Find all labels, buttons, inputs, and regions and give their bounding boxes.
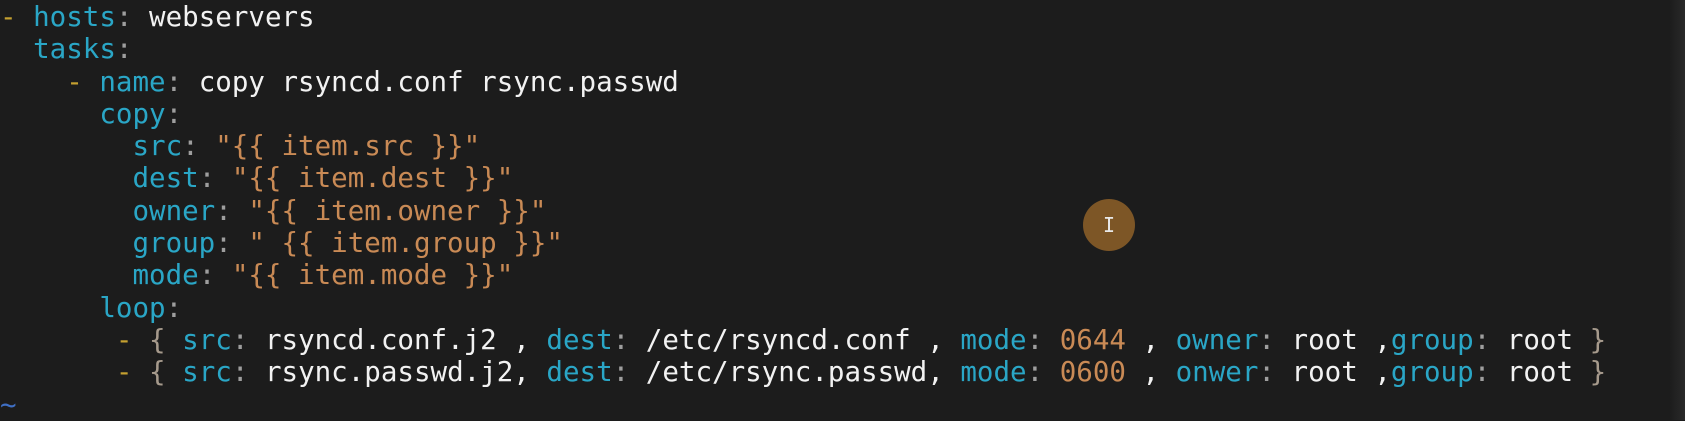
mouse-cursor-highlight: I xyxy=(1083,199,1135,251)
yaml-key: name xyxy=(99,65,166,98)
code-line[interactable]: mode: "{{ item.mode }}" xyxy=(0,259,1685,291)
yaml-key: dest xyxy=(546,323,613,356)
yaml-value: rsyncd.conf.j2 , xyxy=(264,323,547,356)
code-line[interactable]: owner: "{{ item.owner }}" xyxy=(0,195,1685,227)
code-line[interactable]: group: " {{ item.group }}" xyxy=(0,227,1685,259)
yaml-value: root , xyxy=(1291,356,1391,389)
yaml-value: /etc/rsyncd.conf , xyxy=(645,323,961,356)
yaml-list-dash: - xyxy=(115,323,150,356)
yaml-colon: : xyxy=(165,97,183,130)
code-line[interactable]: - { src: rsyncd.conf.j2 , dest: /etc/rsy… xyxy=(0,324,1685,356)
yaml-value xyxy=(0,33,33,65)
terminal-editor[interactable]: - hosts: webservers tasks: - name: copy … xyxy=(0,0,1685,421)
yaml-colon: : xyxy=(198,162,232,195)
yaml-value xyxy=(0,259,132,291)
yaml-list-dash: - xyxy=(0,1,34,33)
code-line[interactable]: - { src: rsync.passwd.j2, dest: /etc/rsy… xyxy=(0,356,1685,388)
yaml-string: "{{ item.src }}" xyxy=(215,130,481,163)
yaml-colon: : xyxy=(1258,323,1292,356)
yaml-colon: : xyxy=(182,130,216,163)
yaml-key: group xyxy=(1390,356,1474,389)
yaml-list-dash: - xyxy=(66,65,100,98)
empty-buffer-line[interactable]: ~ xyxy=(0,389,1685,421)
window-edge xyxy=(1669,0,1685,420)
yaml-value xyxy=(0,292,99,324)
yaml-value: /etc/rsync.passwd, xyxy=(645,356,961,389)
yaml-key: group xyxy=(1390,323,1474,356)
yaml-colon: : xyxy=(1026,323,1060,356)
yaml-key: onwer xyxy=(1175,356,1259,389)
yaml-colon: : xyxy=(215,227,249,260)
yaml-value xyxy=(0,324,116,356)
yaml-colon: : xyxy=(231,323,265,356)
code-area[interactable]: - hosts: webservers tasks: - name: copy … xyxy=(0,1,1685,421)
yaml-value xyxy=(0,130,132,162)
yaml-number: 0644 xyxy=(1059,323,1126,356)
tilde-marker: ~ xyxy=(0,388,17,421)
code-line[interactable]: loop: xyxy=(0,292,1685,324)
yaml-key: src xyxy=(132,130,183,163)
yaml-value xyxy=(0,66,66,98)
code-line[interactable]: copy: xyxy=(0,98,1685,130)
yaml-list-dash: - xyxy=(115,356,150,389)
yaml-colon: : xyxy=(1473,323,1507,356)
yaml-key: src xyxy=(182,323,232,356)
yaml-colon: : xyxy=(231,356,265,389)
yaml-value: root xyxy=(1506,323,1590,356)
yaml-value: root xyxy=(1506,356,1590,389)
yaml-value: , xyxy=(1125,323,1176,356)
code-line[interactable]: - name: copy rsyncd.conf rsync.passwd xyxy=(0,66,1685,98)
yaml-colon: : xyxy=(612,323,646,356)
yaml-value: webservers xyxy=(149,1,315,33)
yaml-string: "{{ item.dest }}" xyxy=(231,162,514,195)
yaml-colon: : xyxy=(1026,356,1060,389)
text-cursor-ibeam-icon: I xyxy=(1102,213,1116,237)
yaml-brace: { xyxy=(149,323,183,356)
yaml-string: "{{ item.owner }}" xyxy=(248,194,547,227)
yaml-brace: } xyxy=(1589,323,1607,356)
code-line[interactable]: dest: "{{ item.dest }}" xyxy=(0,162,1685,194)
yaml-key: tasks xyxy=(33,33,116,66)
yaml-key: src xyxy=(182,356,232,389)
yaml-number: 0600 xyxy=(1059,356,1126,389)
yaml-string: " {{ item.group }}" xyxy=(248,227,563,260)
yaml-colon: : xyxy=(165,291,183,324)
yaml-brace: } xyxy=(1589,356,1607,389)
yaml-key: loop xyxy=(99,291,166,324)
yaml-value: , xyxy=(1125,356,1176,389)
yaml-value xyxy=(0,162,132,194)
yaml-value: rsync.passwd.j2, xyxy=(264,356,547,389)
yaml-value xyxy=(0,195,132,227)
yaml-colon: : xyxy=(115,33,133,66)
yaml-colon: : xyxy=(1258,356,1292,389)
yaml-key: mode xyxy=(960,356,1027,389)
yaml-key: dest xyxy=(132,162,199,195)
yaml-value xyxy=(0,356,116,388)
yaml-colon: : xyxy=(115,1,150,33)
yaml-colon: : xyxy=(1473,356,1507,389)
yaml-key: copy xyxy=(99,97,166,130)
yaml-key: owner xyxy=(132,194,216,227)
yaml-value: root , xyxy=(1291,323,1391,356)
yaml-key: owner xyxy=(1175,323,1259,356)
yaml-colon: : xyxy=(198,259,232,292)
code-line[interactable]: tasks: xyxy=(0,33,1685,65)
yaml-key: group xyxy=(132,227,216,260)
yaml-colon: : xyxy=(215,194,249,227)
yaml-string: "{{ item.mode }}" xyxy=(231,259,514,292)
yaml-value: copy rsyncd.conf rsync.passwd xyxy=(198,65,679,98)
yaml-key: mode xyxy=(960,323,1027,356)
code-line[interactable]: src: "{{ item.src }}" xyxy=(0,130,1685,162)
yaml-key: hosts xyxy=(33,1,116,33)
yaml-key: dest xyxy=(546,356,613,389)
yaml-colon: : xyxy=(165,65,199,98)
yaml-brace: { xyxy=(149,356,183,389)
yaml-value xyxy=(0,98,99,130)
code-line[interactable]: - hosts: webservers xyxy=(0,1,1685,33)
yaml-value xyxy=(0,227,132,259)
yaml-colon: : xyxy=(612,356,646,389)
yaml-key: mode xyxy=(132,259,199,292)
